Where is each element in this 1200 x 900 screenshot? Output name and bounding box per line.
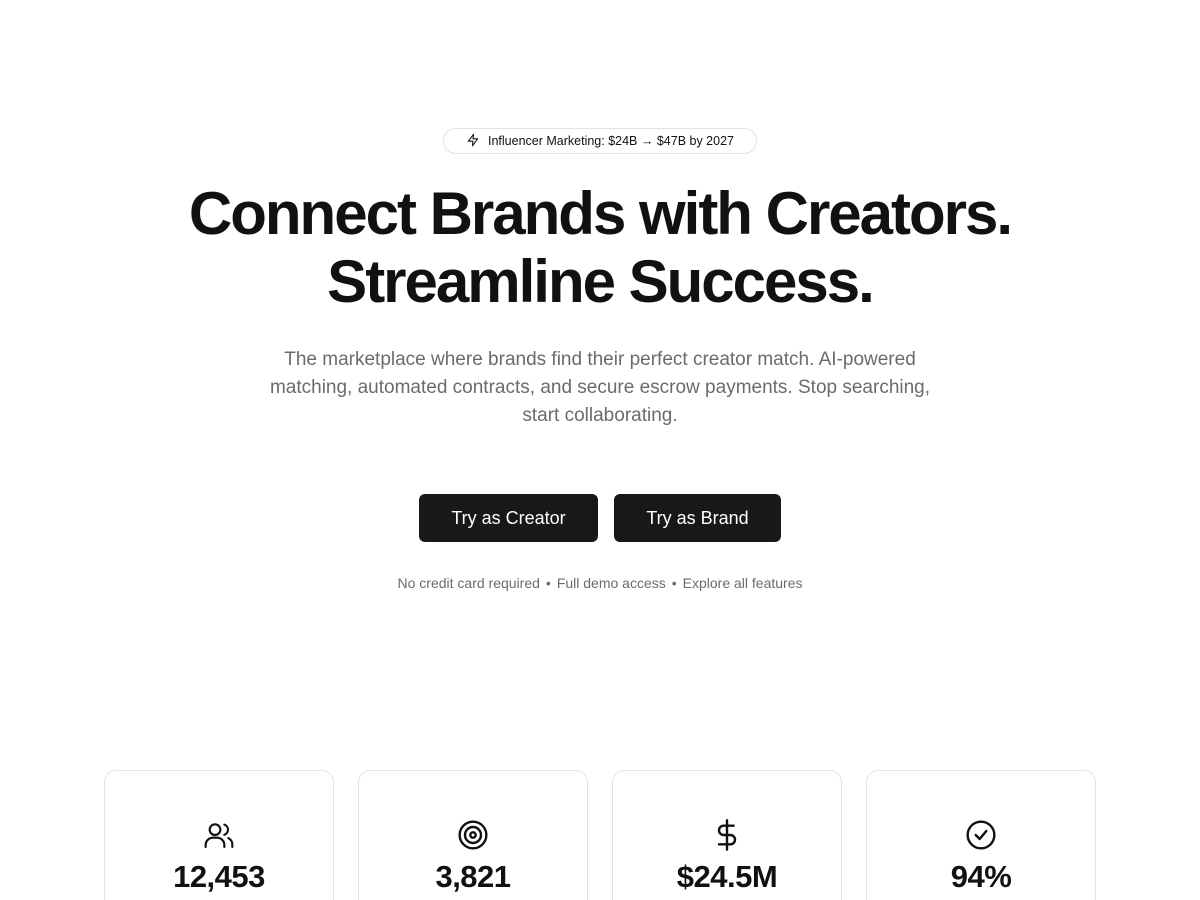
headline-line-2: Streamline Success. <box>327 248 875 315</box>
try-as-brand-button[interactable]: Try as Brand <box>614 494 781 542</box>
stat-value: 94% <box>950 859 1012 894</box>
try-as-creator-button[interactable]: Try as Creator <box>419 494 598 542</box>
stat-value: 12,453 <box>173 859 265 894</box>
badge-text: Influencer Marketing: $24B → $47B by 202… <box>488 134 734 148</box>
fineprint: No credit card required • Full demo access… <box>0 575 1200 591</box>
stat-card-success: 94% <box>866 770 1096 900</box>
stat-card-payments: $24.5M <box>612 770 842 900</box>
page-title: Connect Brands with Creators. Streamline… <box>0 180 1200 316</box>
fineprint-item: No credit card required <box>397 575 540 591</box>
stats-row: 12,453 3,821 $24.5M 94% <box>104 770 1096 900</box>
hero-subtitle: The marketplace where brands find their … <box>269 349 931 426</box>
separator-dot: • <box>545 575 551 591</box>
stat-value: $24.5M <box>676 859 778 894</box>
dollar-icon <box>613 819 841 851</box>
fineprint-item: Explore all features <box>682 575 803 591</box>
target-icon <box>359 819 587 851</box>
users-icon <box>105 819 333 851</box>
separator-dot: • <box>671 575 677 591</box>
fineprint-item: Full demo access <box>556 575 666 591</box>
stat-card-creators: 12,453 <box>104 770 334 900</box>
zap-icon <box>466 133 480 150</box>
stat-value: 3,821 <box>435 859 511 894</box>
stat-card-brands: 3,821 <box>358 770 588 900</box>
headline-line-1: Connect Brands with Creators. <box>188 180 1013 247</box>
market-badge: Influencer Marketing: $24B → $47B by 202… <box>443 128 757 154</box>
check-circle-icon <box>867 819 1095 851</box>
cta-group: Try as Creator Try as Brand <box>0 494 1200 542</box>
